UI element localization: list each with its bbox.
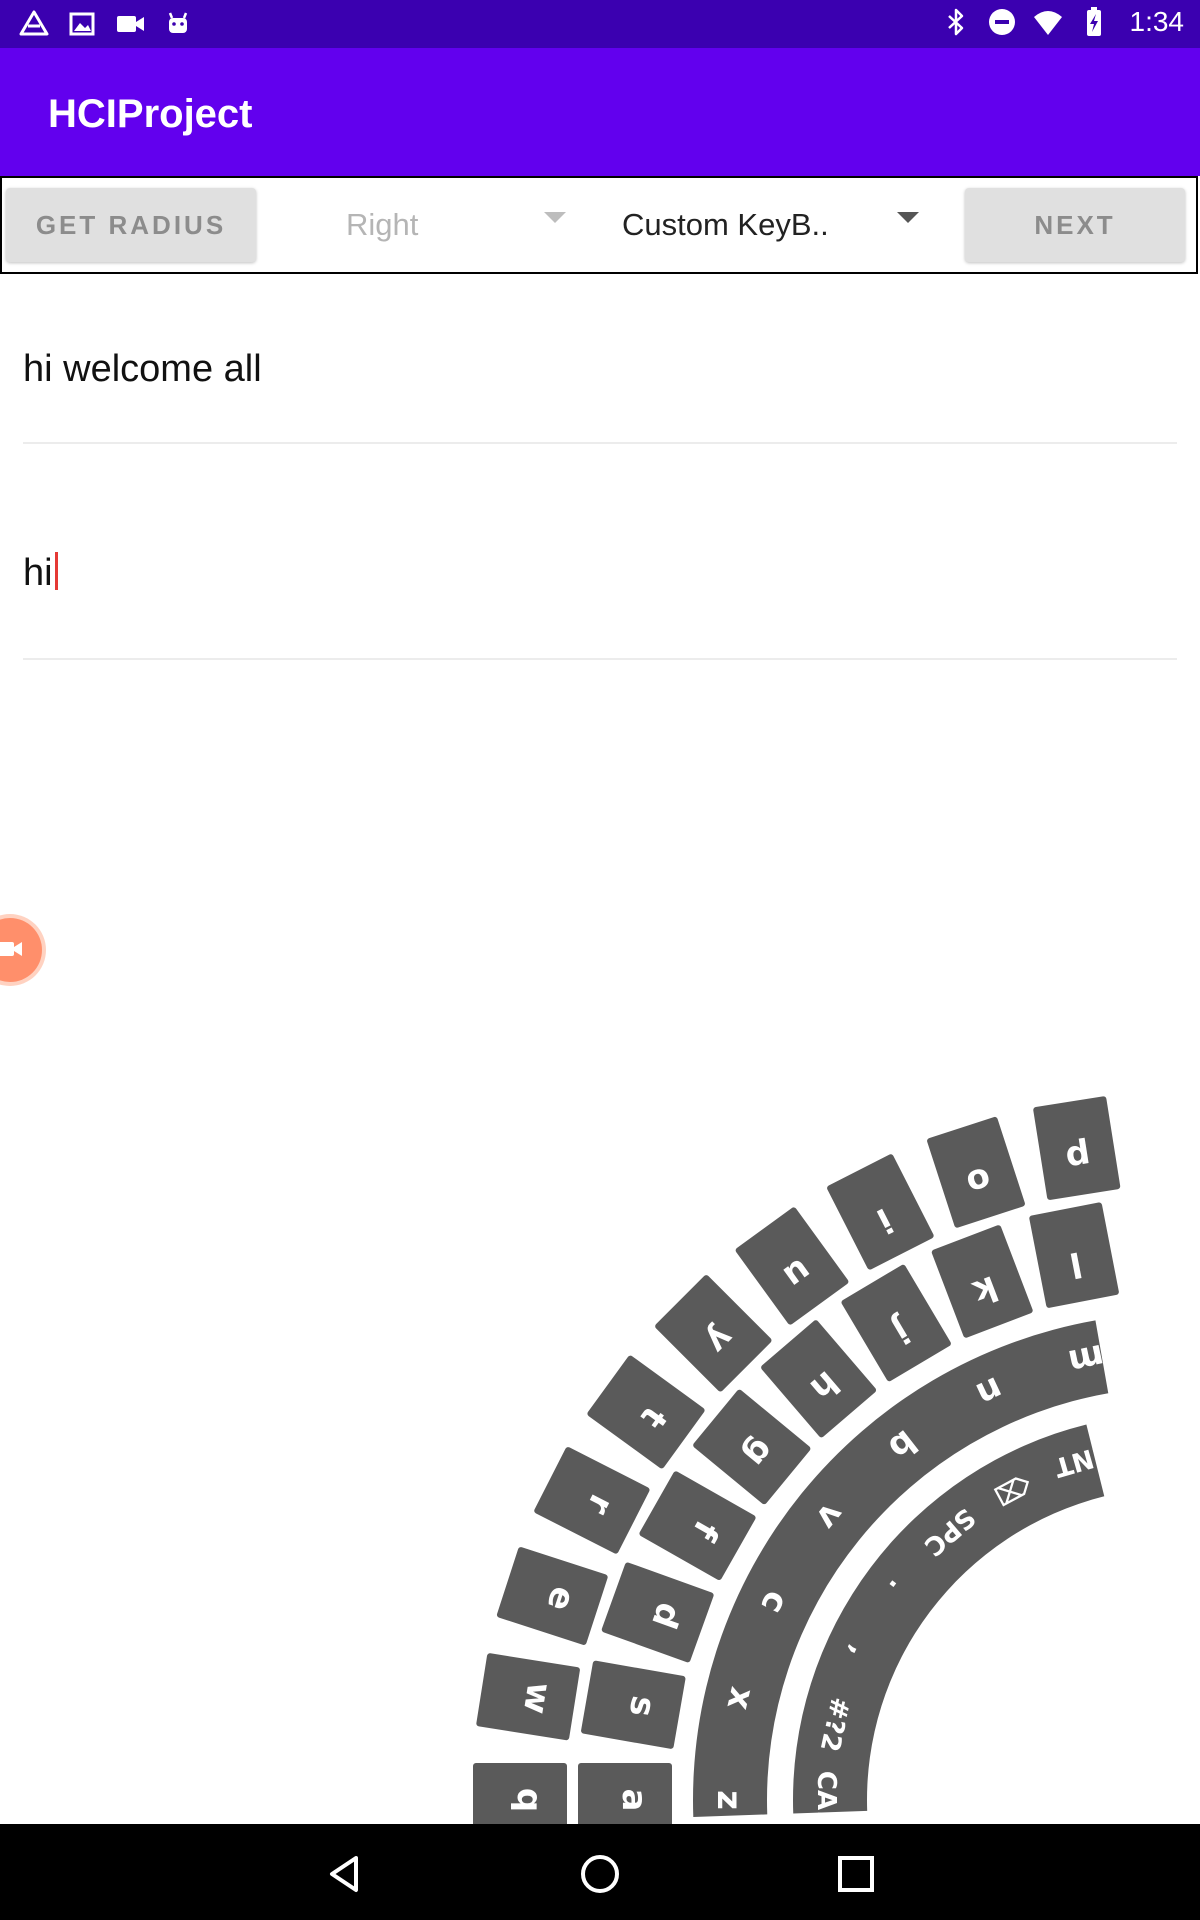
back-icon[interactable] — [322, 1852, 366, 1896]
key-1-2[interactable]: d — [601, 1562, 715, 1663]
key-0-5[interactable]: y — [654, 1274, 773, 1393]
key-1-8[interactable]: l — [1029, 1202, 1120, 1308]
key-0-3[interactable]: r — [533, 1446, 650, 1555]
key-2-0[interactable]: z — [709, 1790, 749, 1810]
key-1-1[interactable]: s — [581, 1660, 686, 1749]
key-0-8[interactable]: o — [926, 1116, 1025, 1228]
key-1-7[interactable]: k — [931, 1224, 1034, 1338]
key-label: q — [509, 1788, 549, 1812]
key-0-1[interactable]: w — [476, 1653, 580, 1741]
key-label: a — [614, 1789, 654, 1812]
key-0-2[interactable]: e — [496, 1546, 608, 1645]
key-0-6[interactable]: u — [734, 1206, 849, 1326]
key-1-3[interactable]: f — [638, 1470, 756, 1581]
key-0-7[interactable]: i — [826, 1153, 935, 1270]
key-1-6[interactable]: j — [840, 1264, 952, 1383]
navigation-bar — [0, 1824, 1200, 1920]
key-label: z — [709, 1790, 749, 1810]
radial-keyboard: qwertyuiopasdfghjklzxcvbnmCAP#?2,.SPC⌫EN… — [473, 1096, 1121, 1837]
key-label: w — [515, 1679, 559, 1716]
key-0-4[interactable]: t — [586, 1354, 706, 1469]
key-label: CAP — [811, 1771, 841, 1829]
recents-icon[interactable] — [834, 1852, 878, 1896]
home-icon[interactable] — [578, 1852, 622, 1896]
key-0-9[interactable]: p — [1033, 1096, 1121, 1200]
key-3-0[interactable]: CAP — [811, 1771, 841, 1829]
